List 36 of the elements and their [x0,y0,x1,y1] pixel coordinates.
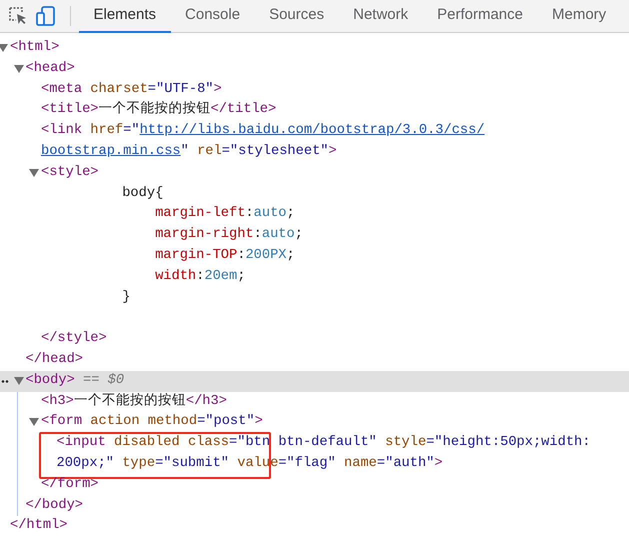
css-text-line: margin-left:auto; [154,205,296,224]
css-text-line: margin-right:auto; [154,226,304,244]
expand-arrow-icon[interactable] [29,418,39,426]
dom-node-line: <body> == $0 [26,372,126,390]
dom-node-line: <input disabled class="btn btn-default" style="height:50px;width: [56,434,592,452]
css-text-line: margin-TOP:200PX; [154,246,296,265]
css-text-line: body{ [121,184,164,203]
more-icon[interactable] [1,380,9,383]
dom-node-line: </style> [41,330,108,348]
dom-node-line: <h3>一个不能按的按钮</h3> [41,392,228,411]
panel-tab[interactable]: Network [338,0,423,33]
dom-node-line: <meta charset="UTF-8"> [41,80,223,99]
dom-node-line: bootstrap.min.css" rel="stylesheet"> [41,142,338,161]
dom-node-line: </html> [10,517,68,536]
css-text-line: } [121,288,132,307]
panel-tab[interactable]: Elements [79,0,171,33]
dom-node-line: <title>一个不能按的按钮</title> [41,100,278,120]
dom-node-line: <style> [41,164,100,182]
dom-node-line: </head> [26,350,84,369]
expand-arrow-icon[interactable] [14,64,24,73]
dom-node-line: </body> [26,496,84,515]
panel-tab[interactable]: Performance [422,0,538,33]
dom-node-line: </form> [41,476,100,494]
css-text-line: width:20em; [154,268,246,286]
dom-node-line: <form action method="post"> [41,413,264,432]
url-link[interactable]: bootstrap.min.css [41,144,181,159]
panel-tab[interactable]: Memory [538,0,621,33]
dom-node-line: <head> [26,60,76,78]
dom-node-line: <html> [10,39,60,57]
panel-tab[interactable]: Sources [254,0,339,33]
expand-arrow-icon[interactable] [14,376,24,385]
expand-arrow-icon[interactable] [29,168,39,177]
url-link[interactable]: http://libs.baidu.com/bootstrap/3.0.3/css/ [140,123,485,138]
expand-arrow-icon[interactable] [0,44,8,52]
dom-node-line: <link href="http://libs.baidu.com/bootstrap/3.0.3/css/ [41,122,486,140]
panel-tab[interactable]: Console [170,0,255,33]
